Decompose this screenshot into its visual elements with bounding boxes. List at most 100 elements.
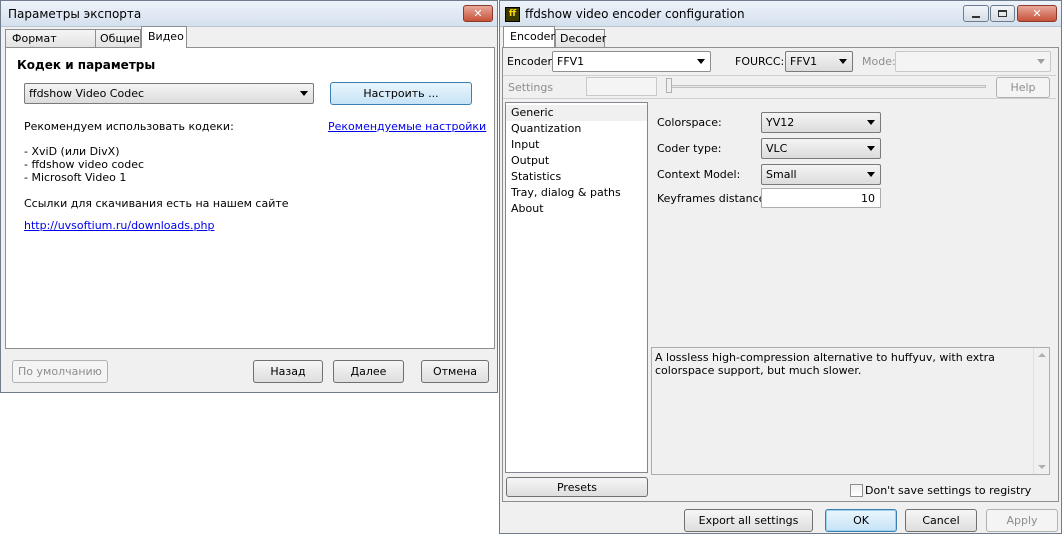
context-model-label: Context Model:: [657, 168, 741, 181]
chevron-down-icon: [867, 120, 875, 125]
tab-video[interactable]: Видео: [141, 26, 187, 48]
maximize-icon: [998, 10, 1007, 17]
ffdshow-window-title: ffdshow video encoder configuration: [525, 7, 745, 21]
tab-file-format[interactable]: Формат файла: [5, 29, 96, 58]
tab-general-label: Общие: [100, 32, 140, 45]
dont-save-label[interactable]: Don't save settings to registry: [865, 484, 1031, 497]
cancel-button-label: Отмена: [432, 365, 478, 378]
export-all-settings-button[interactable]: Export all settings: [684, 509, 813, 532]
description-text: A lossless high-compression alternative …: [655, 351, 995, 377]
help-button[interactable]: Help: [996, 77, 1050, 98]
nav-item-statistics[interactable]: Statistics: [506, 169, 647, 185]
fourcc-select[interactable]: FFV1: [785, 51, 853, 72]
apply-button[interactable]: Apply: [986, 509, 1058, 532]
minimize-icon: [972, 15, 980, 18]
nav-item-input[interactable]: Input: [506, 137, 647, 153]
nav-item-output[interactable]: Output: [506, 153, 647, 169]
nav-item-generic[interactable]: Generic: [506, 105, 647, 121]
export-window-titlebar: Параметры экспорта ✕: [1, 1, 497, 27]
tab-general[interactable]: Общие: [95, 29, 141, 47]
encoder-select[interactable]: FFV1: [552, 51, 711, 72]
codec-item: - Microsoft Video 1: [24, 171, 127, 184]
ffdshow-config-window: ff ffdshow video encoder configuration ✕…: [499, 0, 1062, 534]
ffdshow-window-titlebar: ff ffdshow video encoder configuration ✕: [500, 1, 1061, 27]
minimize-button[interactable]: [963, 5, 989, 22]
ok-button[interactable]: OK: [825, 509, 897, 532]
export-settings-window: Параметры экспорта ✕ Формат файла Общие …: [0, 0, 498, 393]
maximize-button[interactable]: [990, 5, 1015, 22]
nav-item-label: Tray, dialog & paths: [511, 186, 621, 199]
ok-button-label: OK: [853, 514, 869, 527]
colorspace-select-value: YV12: [766, 116, 795, 129]
scroll-up-icon[interactable]: [1038, 353, 1046, 357]
nav-item-label: Generic: [511, 106, 554, 119]
nav-item-label: Output: [511, 154, 550, 167]
close-icon: ✕: [473, 7, 483, 20]
codec-item: - XviD (или DivX): [24, 145, 120, 158]
nav-item-label: Statistics: [511, 170, 562, 183]
keyframes-distance-value: 10: [861, 192, 875, 205]
download-text: Ссылки для скачивания есть на нашем сайт…: [24, 197, 289, 210]
presets-button[interactable]: Presets: [506, 477, 648, 497]
cancel-button-label: Cancel: [922, 514, 960, 527]
mode-select[interactable]: [895, 51, 1051, 72]
cancel-button[interactable]: Отмена: [421, 360, 489, 383]
ffdshow-app-icon: ff: [505, 7, 520, 22]
video-tab-panel: Кодек и параметры ffdshow Video Codec На…: [5, 47, 495, 349]
chevron-down-icon: [867, 146, 875, 151]
nav-item-quantization[interactable]: Quantization: [506, 121, 647, 137]
settings-nav-list: Generic Quantization Input Output Statis…: [505, 102, 648, 473]
recommended-settings-link[interactable]: Рекомендуемые настройки: [328, 120, 486, 133]
dont-save-checkbox[interactable]: [850, 484, 863, 497]
back-button-label: Назад: [270, 365, 306, 378]
mode-label: Mode:: [862, 55, 896, 68]
configure-button[interactable]: Настроить ...: [330, 82, 472, 105]
download-link[interactable]: http://uvsoftium.ru/downloads.php: [24, 219, 214, 232]
keyframes-distance-label: Keyframes distance:: [657, 192, 770, 205]
context-model-select-value: Small: [766, 168, 797, 181]
section-title: Кодек и параметры: [17, 58, 156, 72]
slider-thumb[interactable]: [666, 78, 672, 93]
nav-item-tray-dialog-paths[interactable]: Tray, dialog & paths: [506, 185, 647, 201]
fourcc-label: FOURCC:: [735, 55, 785, 68]
tab-decoder-label: Decoder: [560, 32, 607, 45]
scroll-down-icon[interactable]: [1038, 465, 1046, 469]
back-button[interactable]: Назад: [253, 360, 323, 383]
description-scrollbar[interactable]: [1033, 348, 1049, 474]
cancel-button[interactable]: Cancel: [905, 509, 977, 532]
settings-value-box[interactable]: [586, 77, 657, 96]
configure-button-label: Настроить ...: [363, 87, 439, 100]
colorspace-select[interactable]: YV12: [761, 112, 881, 133]
description-box: A lossless high-compression alternative …: [651, 347, 1050, 475]
encoder-label: Encoder:: [507, 55, 556, 68]
tab-video-label: Видео: [148, 30, 184, 43]
help-button-label: Help: [1010, 81, 1036, 94]
recommend-text: Рекомендуем использовать кодеки:: [24, 120, 234, 133]
colorspace-label: Colorspace:: [657, 116, 722, 129]
export-window-title: Параметры экспорта: [8, 7, 142, 21]
tab-decoder[interactable]: Decoder: [555, 29, 607, 47]
settings-label: Settings: [508, 81, 554, 94]
coder-type-label: Coder type:: [657, 142, 722, 155]
codec-select[interactable]: ffdshow Video Codec: [24, 83, 314, 104]
nav-item-about[interactable]: About: [506, 201, 647, 217]
context-model-select[interactable]: Small: [761, 164, 881, 185]
close-button[interactable]: ✕: [463, 5, 493, 22]
keyframes-distance-input[interactable]: 10: [761, 188, 881, 208]
default-button[interactable]: По умолчанию: [12, 360, 108, 383]
tab-encoder[interactable]: Encoder: [503, 26, 555, 47]
close-icon: ✕: [1032, 7, 1042, 20]
default-button-label: По умолчанию: [18, 365, 102, 378]
nav-item-label: About: [511, 202, 544, 215]
chevron-down-icon: [839, 59, 847, 64]
settings-slider[interactable]: [666, 85, 986, 88]
close-button[interactable]: ✕: [1017, 5, 1057, 22]
chevron-down-icon: [1037, 59, 1045, 64]
coder-type-select-value: VLC: [766, 142, 788, 155]
fourcc-select-value: FFV1: [790, 55, 818, 68]
next-button[interactable]: Далее: [333, 360, 404, 383]
ffdshow-app-icon-text: ff: [508, 9, 517, 19]
export-all-settings-label: Export all settings: [698, 514, 799, 527]
codec-select-value: ffdshow Video Codec: [29, 87, 145, 100]
coder-type-select[interactable]: VLC: [761, 138, 881, 159]
